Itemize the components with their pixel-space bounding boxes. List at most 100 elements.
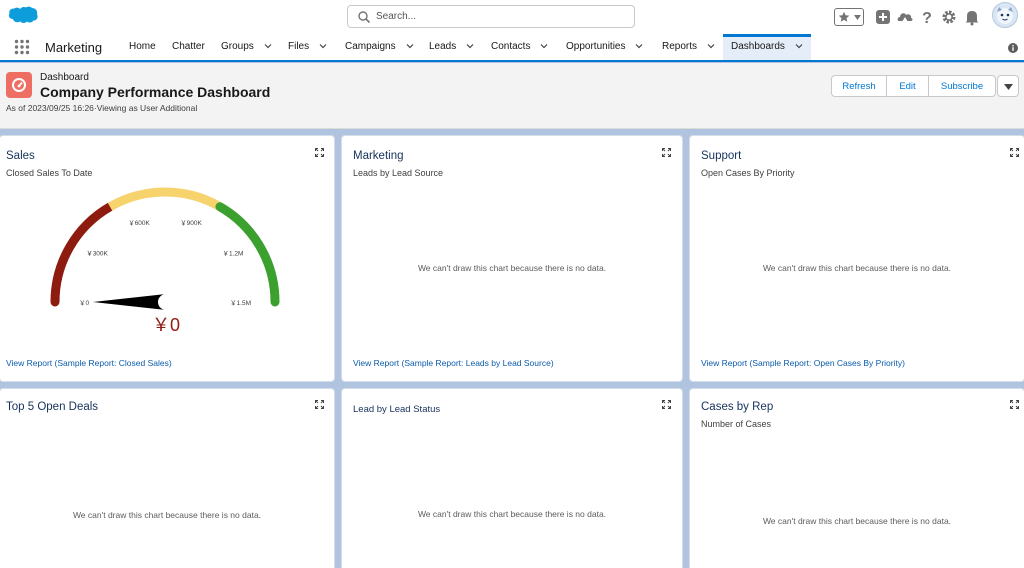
svg-text:?: ? bbox=[922, 10, 932, 26]
top-open-deals-card: Top 5 Open Deals We can't draw this char… bbox=[0, 389, 334, 568]
support-card: Support Open Cases By Priority We can't … bbox=[690, 136, 1024, 381]
chevron-down-icon[interactable] bbox=[264, 42, 272, 50]
nav-item-label: Opportunities bbox=[566, 41, 626, 52]
nav-item-home[interactable]: Home bbox=[129, 34, 156, 60]
salesforce-cloud-logo[interactable] bbox=[8, 6, 38, 27]
card-subtitle: Open Cases By Priority bbox=[701, 168, 795, 178]
nav-item-label: Groups bbox=[221, 41, 254, 52]
app-launcher-icon[interactable] bbox=[14, 39, 30, 55]
chevron-down-icon[interactable] bbox=[466, 42, 474, 50]
chevron-down-icon[interactable] bbox=[319, 42, 327, 50]
nav-item-dashboards[interactable]: Dashboards bbox=[723, 34, 811, 60]
gauge-needle bbox=[93, 294, 166, 310]
astro-avatar-icon bbox=[997, 7, 1013, 24]
expand-icon[interactable] bbox=[1010, 400, 1019, 409]
favorites-button[interactable] bbox=[834, 8, 864, 26]
nav-item-label: Home bbox=[129, 41, 156, 52]
gauge-tick-label: ￥600K bbox=[128, 219, 150, 227]
app-name: Marketing bbox=[45, 40, 103, 55]
card-subtitle: Closed Sales To Date bbox=[6, 168, 93, 178]
app-navigation-bar: Marketing Home Chatter Groups Files Camp… bbox=[0, 34, 1024, 62]
dashboard-as-of-text: As of 2023/09/25 16:26·Viewing as User A… bbox=[6, 103, 198, 113]
page-title: Company Performance Dashboard bbox=[40, 84, 271, 100]
card-title: Sales bbox=[6, 150, 35, 162]
dashboard-page-header: Dashboard Company Performance Dashboard … bbox=[0, 63, 1024, 129]
help-icon[interactable]: ? bbox=[918, 8, 936, 26]
card-subtitle: Number of Cases bbox=[701, 419, 772, 429]
chevron-down-icon[interactable] bbox=[406, 42, 414, 50]
view-report-link[interactable]: View Report (Sample Report: Closed Sales… bbox=[6, 358, 172, 368]
lead-by-lead-status-card: Lead by Lead Status We can't draw this c… bbox=[342, 389, 682, 568]
view-report-link[interactable]: View Report (Sample Report: Open Cases B… bbox=[701, 358, 905, 368]
chevron-down-icon bbox=[1004, 84, 1013, 90]
gauge-tick-label: ￥1.2M bbox=[222, 250, 243, 258]
no-data-message: We can't draw this chart because there i… bbox=[762, 263, 952, 273]
no-data-message: We can't draw this chart because there i… bbox=[417, 509, 607, 519]
nav-item-label: Files bbox=[288, 41, 310, 52]
nav-item-groups[interactable]: Groups bbox=[221, 34, 272, 60]
gauge-tick-label: ￥300K bbox=[86, 250, 108, 258]
user-avatar[interactable] bbox=[992, 2, 1018, 28]
chevron-down-icon[interactable] bbox=[795, 42, 803, 50]
gauge-tick-label: ￥0 bbox=[79, 299, 90, 307]
chevron-down-icon[interactable] bbox=[707, 42, 715, 50]
expand-icon[interactable] bbox=[662, 148, 671, 157]
speedometer-icon bbox=[12, 78, 26, 92]
card-subtitle: Leads by Lead Source bbox=[353, 168, 444, 178]
nav-item-leads[interactable]: Leads bbox=[429, 34, 474, 60]
nav-item-contacts[interactable]: Contacts bbox=[491, 34, 548, 60]
notification-bell-icon[interactable] bbox=[963, 8, 981, 26]
nav-item-label: Dashboards bbox=[731, 41, 785, 52]
marketing-card: Marketing Leads by Lead Source We can't … bbox=[342, 136, 682, 381]
card-title: Cases by Rep bbox=[701, 401, 774, 413]
chevron-down-icon[interactable] bbox=[635, 42, 643, 50]
gauge-tick-labels: ￥0 ￥300K ￥600K ￥900K ￥1.2M ￥1.5M bbox=[79, 219, 251, 307]
card-title: Top 5 Open Deals bbox=[6, 401, 99, 413]
refresh-button[interactable]: Refresh bbox=[831, 75, 887, 97]
favorites-star-icon bbox=[838, 11, 850, 22]
subscribe-button[interactable]: Subscribe bbox=[929, 75, 996, 97]
gauge-bands bbox=[50, 187, 280, 307]
search-input[interactable] bbox=[376, 8, 626, 25]
gauge-tick-label: ￥900K bbox=[180, 219, 202, 227]
nav-item-campaigns[interactable]: Campaigns bbox=[345, 34, 414, 60]
nav-item-label: Leads bbox=[429, 41, 457, 52]
edit-button[interactable]: Edit bbox=[887, 75, 929, 97]
sales-gauge-chart: ￥0 ￥300K ￥600K ￥900K ￥1.2M ￥1.5M bbox=[50, 187, 280, 310]
view-report-link[interactable]: View Report (Sample Report: Leads by Lea… bbox=[353, 358, 554, 368]
nav-item-reports[interactable]: Reports bbox=[662, 34, 715, 60]
expand-icon[interactable] bbox=[315, 148, 324, 157]
nav-item-label: Chatter bbox=[172, 41, 205, 52]
chevron-down-icon[interactable] bbox=[540, 42, 548, 50]
add-icon[interactable] bbox=[874, 8, 892, 26]
search-icon bbox=[358, 11, 371, 24]
nav-item-opportunities[interactable]: Opportunities bbox=[566, 34, 643, 60]
nav-item-chatter[interactable]: Chatter bbox=[172, 34, 205, 60]
nav-item-files[interactable]: Files bbox=[288, 34, 327, 60]
gauge-value-label: ￥0 bbox=[152, 315, 181, 335]
info-icon[interactable] bbox=[1008, 43, 1018, 53]
expand-icon[interactable] bbox=[1010, 148, 1019, 157]
gauge-tick-label: ￥1.5M bbox=[230, 299, 251, 307]
gauge-band-2 bbox=[107, 187, 223, 211]
trailhead-icon[interactable] bbox=[896, 8, 914, 26]
card-title: Marketing bbox=[353, 150, 404, 162]
cases-by-rep-card: Cases by Rep Number of Cases We can't dr… bbox=[690, 389, 1024, 568]
nav-item-label: Reports bbox=[662, 41, 698, 52]
expand-icon[interactable] bbox=[315, 400, 324, 409]
setup-gear-icon[interactable] bbox=[940, 8, 958, 26]
dashboard-icon bbox=[6, 72, 32, 98]
object-type-label: Dashboard bbox=[40, 72, 89, 83]
no-data-message: We can't draw this chart because there i… bbox=[417, 263, 607, 273]
card-title: Support bbox=[701, 150, 742, 162]
expand-icon[interactable] bbox=[662, 400, 671, 409]
global-header: ? bbox=[0, 0, 1024, 34]
nav-item-label: Contacts bbox=[491, 41, 531, 52]
more-actions-button[interactable] bbox=[997, 75, 1019, 97]
gauge-needle-shape bbox=[93, 294, 166, 310]
global-search[interactable] bbox=[347, 5, 635, 28]
chevron-down-icon bbox=[854, 15, 861, 20]
no-data-message: We can't draw this chart because there i… bbox=[72, 510, 262, 520]
no-data-message: We can't draw this chart because there i… bbox=[762, 516, 952, 526]
card-title: Lead by Lead Status bbox=[353, 404, 441, 415]
